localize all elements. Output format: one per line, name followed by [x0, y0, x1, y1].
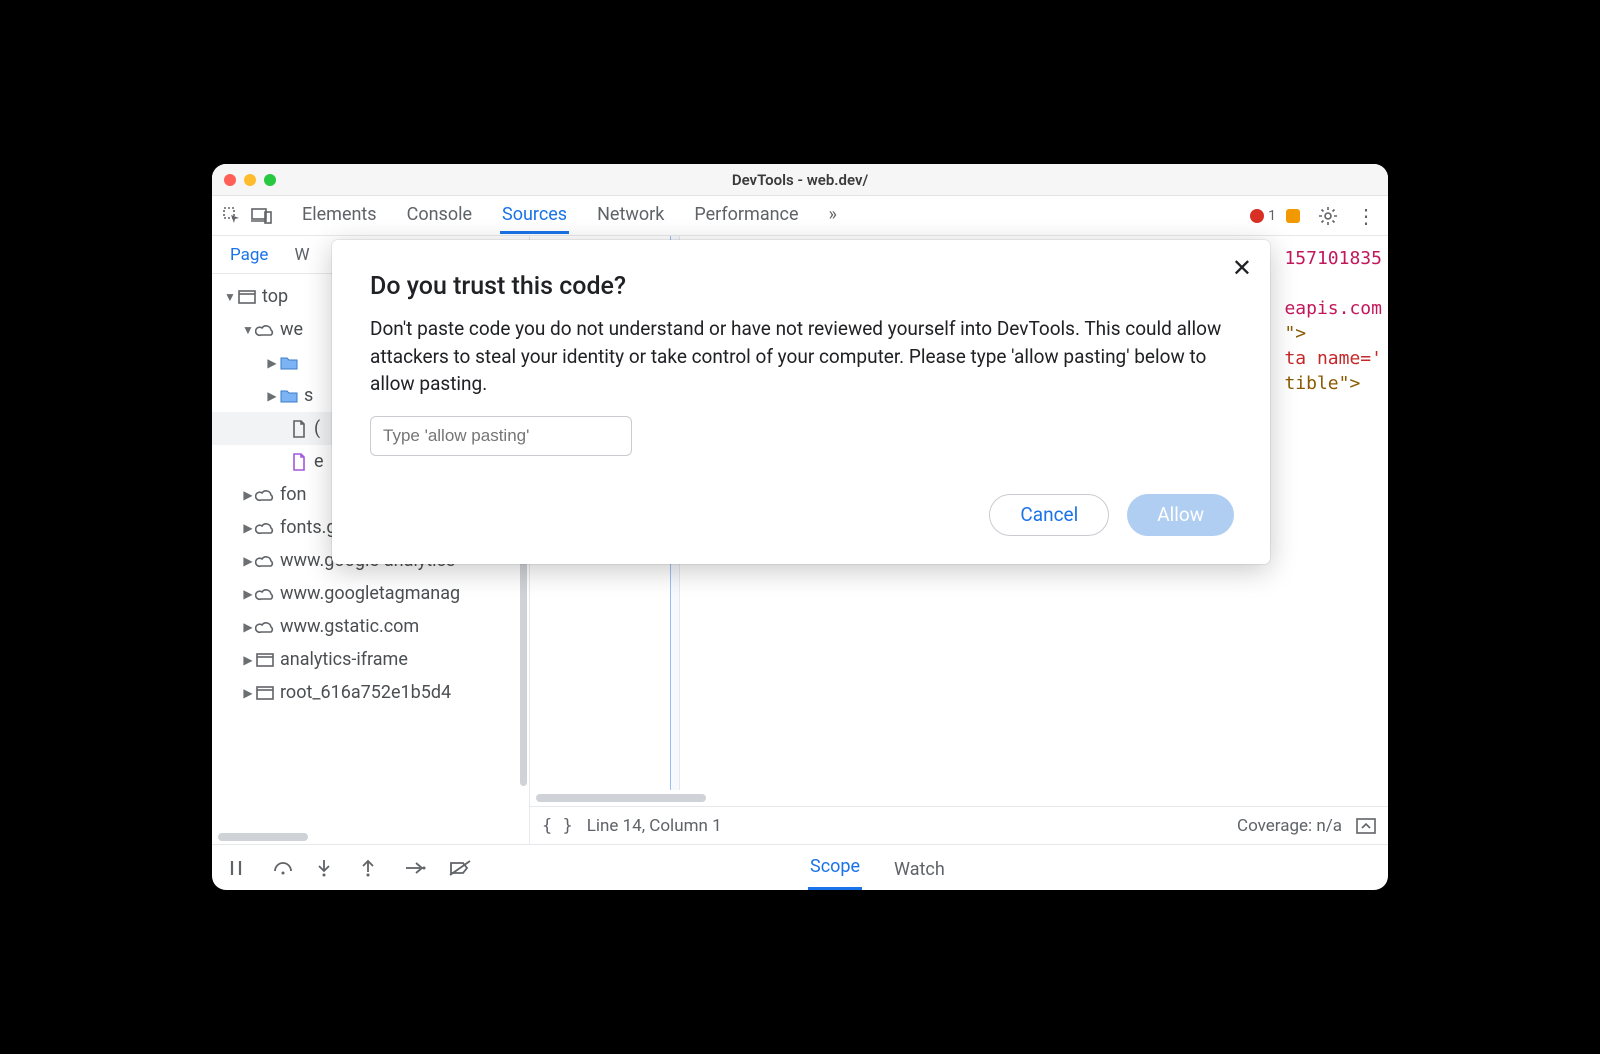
window-title: DevTools - web.dev/ [732, 171, 868, 189]
cloud-icon [254, 323, 276, 337]
sidebar-tab-page[interactable]: Page [230, 245, 268, 265]
file-css-icon [288, 453, 310, 471]
cloud-icon [254, 587, 276, 601]
drawer-tabs: Scope Watch [792, 845, 1388, 890]
debugger-drawer: Scope Watch [212, 844, 1388, 890]
code-fragment: ta name=' [1284, 346, 1382, 371]
statusbar-expand-icon[interactable] [1356, 818, 1376, 834]
code-fragment: tible"> [1284, 371, 1382, 396]
disclosure-triangle-icon[interactable]: ▶ [242, 587, 254, 601]
cloud-icon [254, 488, 276, 502]
tree-label: www.googletagmanag [280, 583, 460, 604]
allow-button[interactable]: Allow [1127, 494, 1234, 536]
inspect-element-icon[interactable] [220, 204, 244, 228]
zoom-window-button[interactable] [264, 174, 276, 186]
window-icon [254, 653, 276, 667]
folder-icon [278, 356, 300, 370]
drawer-tab-scope[interactable]: Scope [808, 846, 862, 890]
code-fragment: "> [1284, 321, 1382, 346]
tree-label: we [280, 319, 303, 340]
disclosure-triangle-icon[interactable]: ▶ [242, 686, 254, 700]
tree-label: s [304, 385, 313, 406]
tab-network[interactable]: Network [595, 198, 666, 234]
cloud-icon [254, 521, 276, 535]
pause-icon[interactable] [228, 859, 252, 877]
warning-badge[interactable] [1286, 209, 1304, 223]
error-badge[interactable]: 1 [1250, 208, 1276, 224]
toolbar-right: 1 ⋮ [1250, 204, 1380, 228]
tree-label: fon [280, 484, 306, 505]
step-icon[interactable] [404, 861, 428, 875]
window-icon [236, 290, 258, 304]
dialog-title: Do you trust this code? [370, 272, 1234, 301]
deactivate-breakpoints-icon[interactable] [448, 859, 472, 877]
devtools-toolbar: Elements Console Sources Network Perform… [212, 196, 1388, 236]
tab-console[interactable]: Console [405, 198, 474, 234]
minimize-window-button[interactable] [244, 174, 256, 186]
tree-label: www.gstatic.com [280, 616, 419, 637]
editor-horizontal-scrollbar[interactable] [530, 790, 1388, 806]
tree-label: analytics-iframe [280, 649, 408, 670]
disclosure-triangle-icon[interactable]: ▶ [242, 554, 254, 568]
disclosure-triangle-icon[interactable]: ▶ [242, 488, 254, 502]
tab-sources[interactable]: Sources [500, 198, 569, 234]
cursor-position: Line 14, Column 1 [587, 816, 722, 836]
tree-label: ( [314, 418, 320, 439]
step-into-icon[interactable] [316, 858, 340, 878]
traffic-lights [224, 174, 276, 186]
sidebar-horizontal-scrollbar[interactable] [212, 830, 529, 844]
paste-warning-dialog: ✕ Do you trust this code? Don't paste co… [332, 240, 1270, 564]
panel-tabs: Elements Console Sources Network Perform… [300, 198, 839, 234]
file-icon [288, 420, 310, 438]
folder-icon [278, 389, 300, 403]
more-menu-icon[interactable]: ⋮ [1352, 204, 1380, 228]
tree-row[interactable]: ▶ root_616a752e1b5d4 [212, 676, 529, 709]
tabs-overflow[interactable]: » [827, 198, 839, 234]
tree-row[interactable]: ▶ analytics-iframe [212, 643, 529, 676]
drawer-tab-watch[interactable]: Watch [892, 849, 947, 890]
tab-elements[interactable]: Elements [300, 198, 379, 234]
tab-performance[interactable]: Performance [692, 198, 800, 234]
tree-label: root_616a752e1b5d4 [280, 682, 451, 703]
error-count: 1 [1268, 208, 1276, 224]
tree-row[interactable]: ▶ www.googletagmanag [212, 577, 529, 610]
settings-gear-icon[interactable] [1314, 206, 1342, 226]
devtools-window: DevTools - web.dev/ Elements Console Sou… [212, 164, 1388, 890]
window-icon [254, 686, 276, 700]
pretty-print-icon[interactable]: { } [542, 816, 573, 836]
disclosure-triangle-icon[interactable]: ▶ [266, 356, 278, 370]
dialog-body: Don't paste code you do not understand o… [370, 315, 1234, 398]
sidebar-tab-other[interactable]: W [294, 245, 309, 265]
code-fragment: eapis.com [1284, 296, 1382, 321]
disclosure-triangle-icon[interactable]: ▶ [242, 620, 254, 634]
dialog-close-icon[interactable]: ✕ [1232, 254, 1252, 282]
cloud-icon [254, 554, 276, 568]
disclosure-triangle-icon[interactable]: ▶ [242, 521, 254, 535]
tree-label: top [262, 286, 288, 307]
coverage-status: Coverage: n/a [1237, 816, 1342, 836]
step-over-icon[interactable] [272, 859, 296, 877]
allow-pasting-input[interactable] [370, 416, 632, 456]
close-window-button[interactable] [224, 174, 236, 186]
warning-icon [1286, 209, 1300, 223]
error-icon [1250, 209, 1264, 223]
cancel-button[interactable]: Cancel [989, 494, 1109, 536]
disclosure-triangle-icon[interactable]: ▼ [224, 290, 236, 304]
tree-label: e [314, 451, 324, 472]
step-out-icon[interactable] [360, 858, 384, 878]
code-fragment: 157101835 [1284, 246, 1382, 271]
tree-row[interactable]: ▶ www.gstatic.com [212, 610, 529, 643]
window-titlebar: DevTools - web.dev/ [212, 164, 1388, 196]
disclosure-triangle-icon[interactable]: ▶ [266, 389, 278, 403]
disclosure-triangle-icon[interactable]: ▼ [242, 323, 254, 337]
editor-statusbar: { } Line 14, Column 1 Coverage: n/a [530, 806, 1388, 844]
device-toolbar-icon[interactable] [250, 204, 274, 228]
cloud-icon [254, 620, 276, 634]
disclosure-triangle-icon[interactable]: ▶ [242, 653, 254, 667]
debugger-controls [212, 845, 792, 890]
